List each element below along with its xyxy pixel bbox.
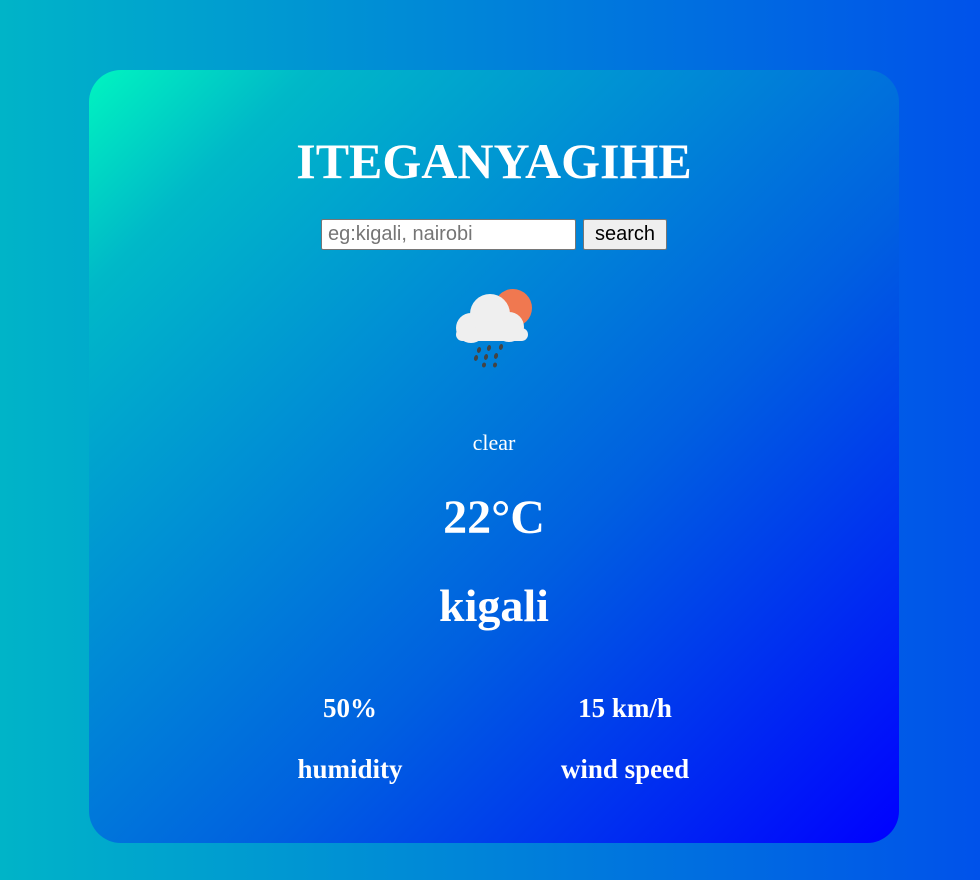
humidity-value: 50% xyxy=(323,693,377,723)
temperature-value: 22°C xyxy=(443,491,545,544)
humidity-label: humidity xyxy=(297,754,403,784)
rain-cloud-sun-icon xyxy=(450,284,540,368)
weather-condition: clear xyxy=(472,430,516,455)
wind-speed-label: wind speed xyxy=(560,754,690,784)
search-input[interactable] xyxy=(320,219,576,250)
search-button[interactable]: search xyxy=(582,219,668,250)
app-title: ITEGANYAGIHE xyxy=(296,133,692,189)
weather-card: ITEGANYAGIHE search clear 22°C kigali xyxy=(89,70,899,843)
search-bar: search xyxy=(89,219,899,250)
wind-speed-value: 15 km/h xyxy=(578,693,672,723)
city-name: kigali xyxy=(439,580,549,631)
